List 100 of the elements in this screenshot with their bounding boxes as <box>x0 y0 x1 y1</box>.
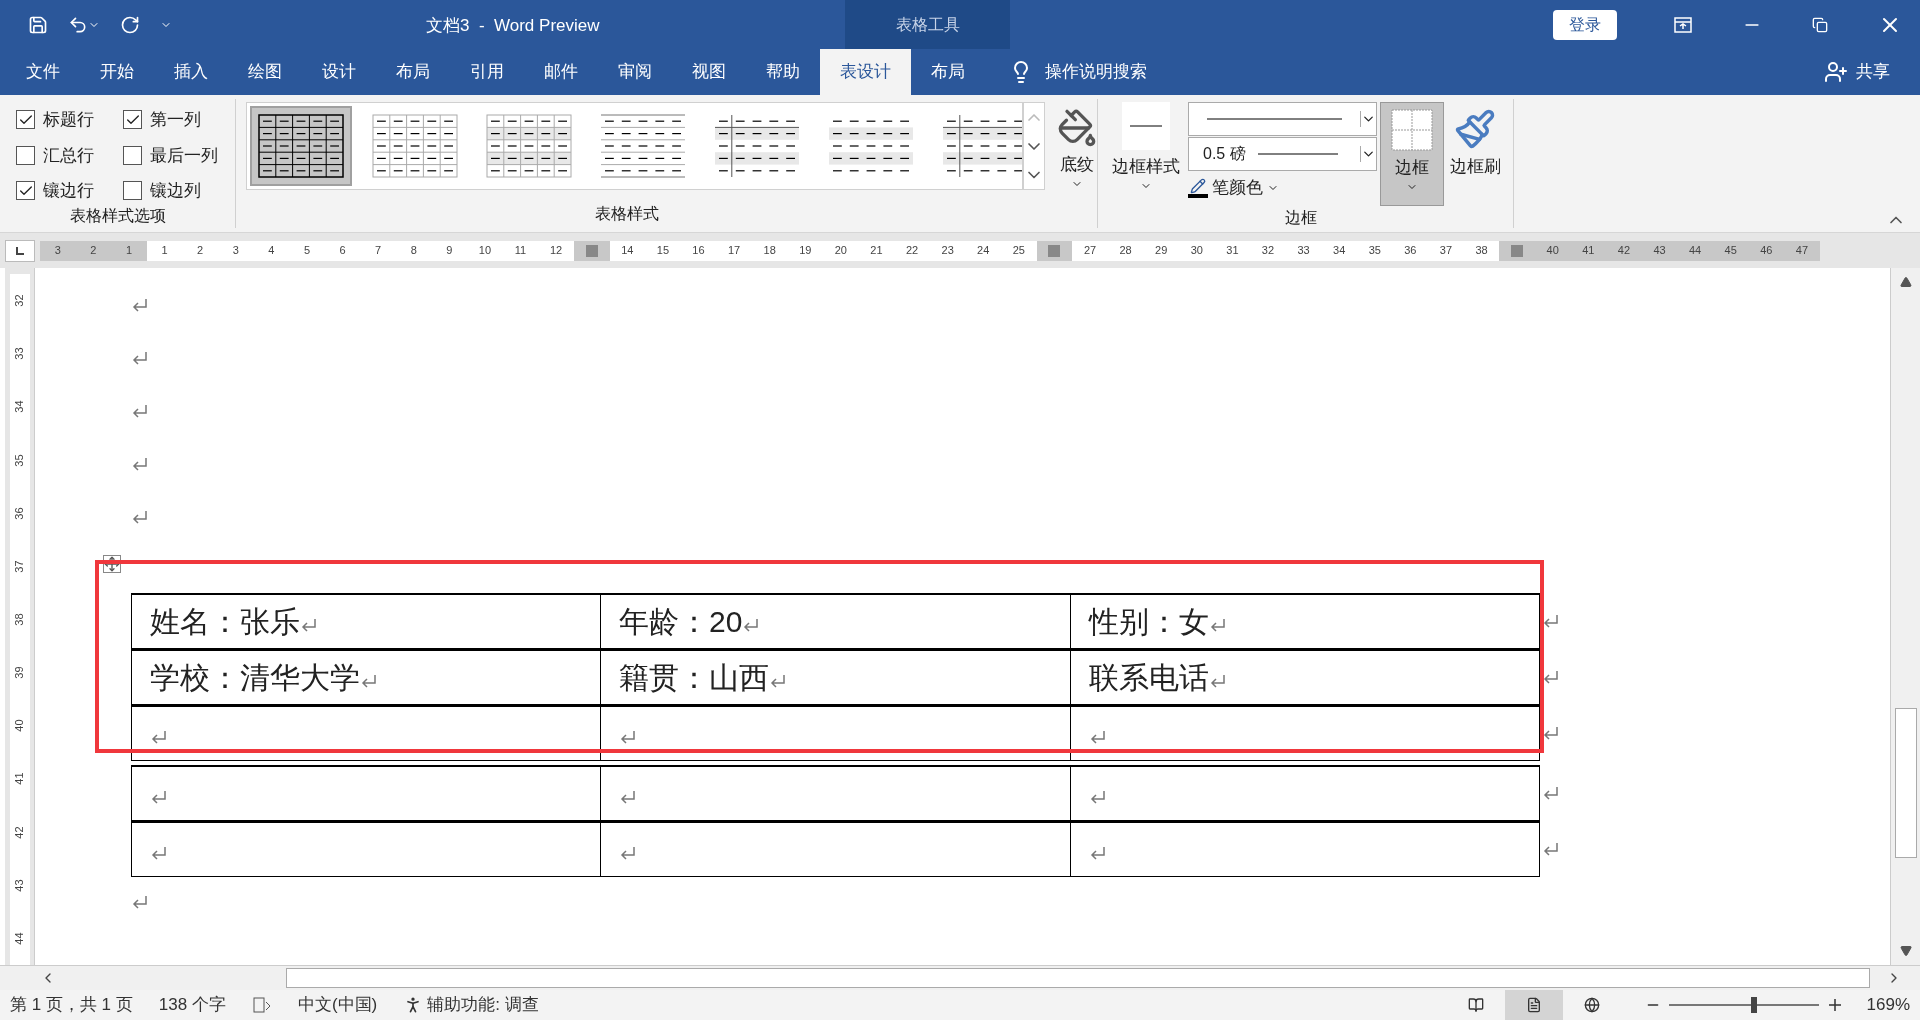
word-count[interactable]: 138 个字 <box>158 992 226 1018</box>
line-weight-dropdown[interactable]: 0.5 磅 <box>1188 137 1377 171</box>
ruler-number: 42 <box>1616 243 1632 258</box>
scrollbar-thumb[interactable] <box>1894 708 1917 858</box>
undo-icon[interactable] <box>68 14 88 35</box>
solid-line-icon <box>1207 117 1342 121</box>
ruler-number: 10 <box>477 243 493 258</box>
style-option-checkbox[interactable]: 最后一列 <box>123 142 235 168</box>
pen-color-button[interactable]: 笔颜色 <box>1188 175 1377 201</box>
column-marker[interactable] <box>1499 240 1535 261</box>
save-icon[interactable] <box>28 14 48 35</box>
style-option-checkbox[interactable]: 镶边行 <box>16 178 111 204</box>
ribbon-display-icon[interactable] <box>1673 14 1693 35</box>
ruler-number: 18 <box>762 243 777 258</box>
paragraph-mark-icon <box>1209 616 1227 633</box>
ribbon-tab[interactable]: 布局 <box>911 49 985 95</box>
column-marker[interactable] <box>1036 240 1073 261</box>
paragraph-mark-icon <box>619 844 637 861</box>
ruler-number: 20 <box>833 243 848 258</box>
accessibility-status[interactable]: 辅助功能: 调查 <box>403 992 539 1018</box>
proofing-icon[interactable] <box>251 996 272 1014</box>
zoom-percentage[interactable]: 169% <box>1866 992 1910 1018</box>
ribbon-tab[interactable]: 视图 <box>672 49 746 95</box>
ruler-number: 32 <box>1260 243 1276 258</box>
ruler-number: 41 <box>1581 243 1596 258</box>
ribbon-tab[interactable]: 帮助 <box>746 49 820 95</box>
ribbon-tab[interactable]: 绘图 <box>228 49 302 95</box>
ruler-number: 37 <box>1438 243 1454 258</box>
column-marker[interactable] <box>573 240 610 261</box>
ruler-number: 12 <box>549 243 564 258</box>
ribbon-tab[interactable]: 开始 <box>80 49 154 95</box>
paragraph-mark-icon <box>131 894 149 910</box>
ruler-number: 25 <box>1011 243 1026 258</box>
border-grid-icon <box>1391 109 1433 151</box>
view-mode-button[interactable] <box>1504 990 1563 1020</box>
ruler-number: 34 <box>1332 243 1347 258</box>
ribbon-tab[interactable]: 布局 <box>376 49 450 95</box>
ruler-number: 24 <box>976 243 991 258</box>
tell-me-search[interactable]: 操作说明搜索 <box>1045 59 1147 85</box>
ribbon-tab[interactable]: 设计 <box>302 49 376 95</box>
scroll-down-icon[interactable] <box>1899 945 1912 957</box>
ruler-number: 35 <box>14 453 25 467</box>
paragraph-mark-icon <box>1542 669 1560 685</box>
border-styles-button[interactable]: 边框样式 <box>1108 102 1184 206</box>
ruler-number: 1 <box>160 243 169 258</box>
ruler-number: 11 <box>513 243 528 258</box>
ruler-number: 37 <box>14 560 25 573</box>
ruler-number: 29 <box>1154 243 1169 258</box>
login-button[interactable]: 登录 <box>1553 9 1617 40</box>
shading-button[interactable]: 底纹 <box>1057 102 1097 190</box>
zoom-slider-thumb[interactable] <box>1751 997 1757 1013</box>
ribbon-tab[interactable]: 表设计 <box>820 49 911 95</box>
style-option-checkbox[interactable]: 汇总行 <box>16 142 111 168</box>
ruler-number: 36 <box>1403 243 1418 258</box>
window-title: 文档3 - Word Preview <box>426 15 600 37</box>
cell-text: 性别：女 <box>1089 604 1209 640</box>
ribbon-tab[interactable]: 引用 <box>450 49 524 95</box>
redo-icon[interactable] <box>120 14 140 35</box>
ruler-number: 31 <box>1225 243 1240 258</box>
scrollbar-thumb[interactable] <box>286 968 1870 988</box>
ribbon-tab[interactable]: 邮件 <box>524 49 598 95</box>
style-option-checkbox[interactable]: 镶边列 <box>123 178 235 204</box>
ruler-number: 15 <box>655 243 670 258</box>
caret-icon <box>1360 146 1376 162</box>
paragraph-mark-icon <box>1089 728 1107 745</box>
page-count[interactable]: 第 1 页，共 1 页 <box>10 992 133 1018</box>
table-style-option[interactable] <box>250 106 352 186</box>
ruler-number: 43 <box>14 879 25 892</box>
ruler-number: 3 <box>53 243 62 258</box>
ribbon-tab[interactable]: 文件 <box>6 49 80 95</box>
style-option-checkbox[interactable]: 第一列 <box>123 107 235 133</box>
style-option-checkbox[interactable]: 标题行 <box>16 107 111 133</box>
ruler-number: 2 <box>196 243 205 258</box>
ruler-number: 28 <box>1118 243 1133 258</box>
restore-icon[interactable] <box>1812 16 1828 33</box>
paragraph-mark-icon <box>1542 841 1560 857</box>
ruler-number: 41 <box>14 772 25 786</box>
print-layout-icon <box>1525 997 1542 1013</box>
ruler-number: 36 <box>14 507 25 520</box>
borders-button[interactable]: 边框 <box>1380 102 1444 206</box>
language-status[interactable]: 中文(中国) <box>297 992 378 1018</box>
ribbon-tab[interactable]: 审阅 <box>598 49 672 95</box>
ruler-number: 45 <box>1723 243 1738 258</box>
scroll-up-icon[interactable] <box>1899 276 1912 288</box>
zoom-in-icon[interactable] <box>1826 997 1843 1013</box>
share-link[interactable]: 共享 <box>1856 59 1890 85</box>
group-label: 表格样式 <box>593 204 660 224</box>
ruler-number: 33 <box>1296 243 1311 258</box>
share-person-icon[interactable] <box>1824 60 1848 84</box>
tab-stop-icon[interactable] <box>15 245 25 256</box>
ruler-number: 38 <box>1474 243 1489 258</box>
border-painter-button[interactable]: 边框刷 <box>1444 102 1506 206</box>
paintbrush-icon <box>1454 108 1496 150</box>
paragraph-mark-icon <box>1542 725 1560 741</box>
ruler-number: 44 <box>1688 243 1703 258</box>
ruler-number: 40 <box>1545 243 1560 258</box>
cell-text: 籍贯：山西 <box>619 660 769 696</box>
zoom-slider[interactable] <box>1668 997 1819 1013</box>
ribbon-tab[interactable]: 插入 <box>154 49 228 95</box>
line-style-dropdown[interactable] <box>1188 102 1377 136</box>
